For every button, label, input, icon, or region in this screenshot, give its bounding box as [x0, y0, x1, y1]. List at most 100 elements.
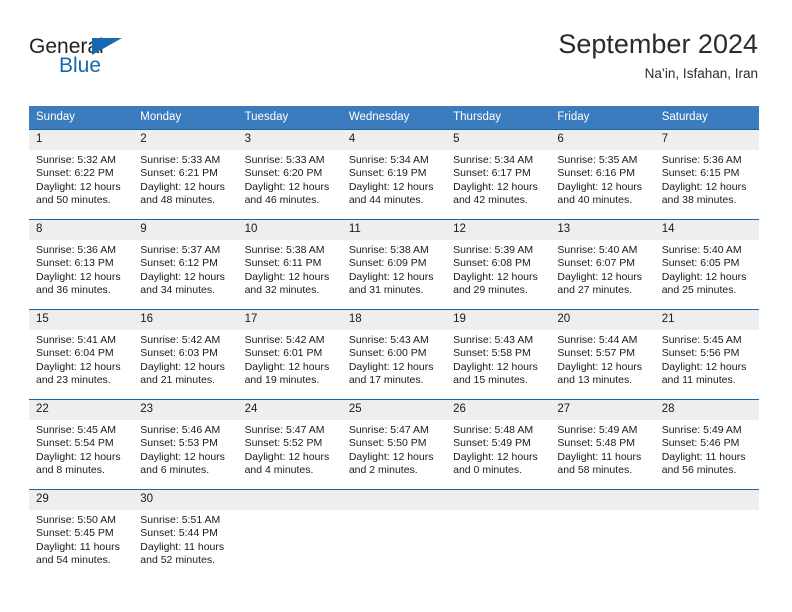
day-cell[interactable]: 8 Sunrise: 5:36 AM Sunset: 6:13 PM Dayli… — [29, 219, 134, 310]
sunrise-text: Sunrise: 5:33 AM — [244, 154, 325, 166]
daylight-text-line1: Daylight: 12 hours — [140, 180, 225, 193]
day-details: Sunrise: 5:36 AM Sunset: 6:13 PM Dayligh… — [29, 240, 133, 298]
sunrise-text: Sunrise: 5:33 AM — [140, 154, 221, 166]
day-cell-empty — [237, 489, 342, 576]
brand-name-blue: Blue — [59, 54, 102, 77]
daylight-text-line2: and 6 minutes. — [140, 464, 210, 477]
day-cell[interactable]: 15 Sunrise: 5:41 AM Sunset: 6:04 PM Dayl… — [29, 309, 134, 400]
day-cell[interactable]: 24 Sunrise: 5:47 AM Sunset: 5:52 PM Dayl… — [237, 399, 342, 490]
daylight-text-line1: Daylight: 11 hours — [36, 540, 120, 553]
daylight-text-line2: and 13 minutes. — [557, 374, 633, 387]
sunset-text: Sunset: 5:58 PM — [453, 347, 531, 360]
column-header-monday: Monday — [133, 106, 238, 130]
daylight-text-line2: and 54 minutes. — [36, 554, 111, 567]
day-number — [446, 490, 551, 510]
day-cell[interactable]: 28 Sunrise: 5:49 AM Sunset: 5:46 PM Dayl… — [654, 399, 759, 490]
day-number: 21 — [654, 310, 759, 330]
day-cell[interactable]: 1 Sunrise: 5:32 AM Sunset: 6:22 PM Dayli… — [29, 129, 134, 220]
daylight-text-line1: Daylight: 11 hours — [140, 540, 225, 553]
sunrise-text: Sunrise: 5:42 AM — [244, 334, 325, 346]
day-cell[interactable]: 9 Sunrise: 5:37 AM Sunset: 6:12 PM Dayli… — [133, 219, 238, 310]
sunrise-text: Sunrise: 5:36 AM — [661, 154, 742, 166]
page-header: General Blue September 2024 Na’in, Isfah… — [29, 28, 758, 96]
day-details: Sunrise: 5:38 AM Sunset: 6:09 PM Dayligh… — [342, 240, 446, 298]
day-cell[interactable]: 19 Sunrise: 5:43 AM Sunset: 5:58 PM Dayl… — [446, 309, 551, 400]
day-details: Sunrise: 5:46 AM Sunset: 5:53 PM Dayligh… — [133, 420, 237, 478]
daylight-text-line2: and 46 minutes. — [244, 194, 320, 207]
sunset-text: Sunset: 5:45 PM — [36, 527, 114, 540]
sunset-text: Sunset: 5:56 PM — [661, 347, 740, 360]
daylight-text-line2: and 0 minutes. — [453, 464, 523, 477]
daylight-text-line1: Daylight: 12 hours — [244, 180, 330, 193]
day-cell[interactable]: 5 Sunrise: 5:34 AM Sunset: 6:17 PM Dayli… — [446, 129, 551, 220]
day-number: 2 — [133, 130, 238, 150]
daylight-text-line2: and 34 minutes. — [140, 284, 215, 297]
day-cell[interactable]: 26 Sunrise: 5:48 AM Sunset: 5:49 PM Dayl… — [446, 399, 551, 490]
daylight-text-line1: Daylight: 12 hours — [140, 450, 225, 463]
day-number: 28 — [654, 400, 759, 420]
day-number: 19 — [446, 310, 551, 330]
day-cell[interactable]: 3 Sunrise: 5:33 AM Sunset: 6:20 PM Dayli… — [237, 129, 342, 220]
daylight-text-line2: and 4 minutes. — [244, 464, 314, 477]
daylight-text-line2: and 15 minutes. — [453, 374, 528, 387]
day-cell[interactable]: 16 Sunrise: 5:42 AM Sunset: 6:03 PM Dayl… — [133, 309, 238, 400]
sunrise-text: Sunrise: 5:49 AM — [661, 424, 742, 436]
day-cell[interactable]: 12 Sunrise: 5:39 AM Sunset: 6:08 PM Dayl… — [446, 219, 551, 310]
location-subtitle: Na’in, Isfahan, Iran — [644, 66, 758, 81]
day-cell[interactable]: 10 Sunrise: 5:38 AM Sunset: 6:11 PM Dayl… — [237, 219, 342, 310]
sunset-text: Sunset: 6:12 PM — [140, 257, 218, 270]
day-number: 16 — [133, 310, 238, 330]
daylight-text-line1: Daylight: 12 hours — [244, 360, 330, 373]
sunset-text: Sunset: 5:48 PM — [557, 437, 636, 450]
day-cell[interactable]: 27 Sunrise: 5:49 AM Sunset: 5:48 PM Dayl… — [550, 399, 655, 490]
day-number: 24 — [237, 400, 342, 420]
daylight-text-line2: and 36 minutes. — [36, 284, 111, 297]
daylight-text-line1: Daylight: 12 hours — [348, 270, 434, 283]
day-number: 4 — [341, 130, 447, 150]
daylight-text-line1: Daylight: 12 hours — [661, 270, 747, 283]
day-details: Sunrise: 5:32 AM Sunset: 6:22 PM Dayligh… — [29, 150, 133, 208]
day-cell[interactable]: 4 Sunrise: 5:34 AM Sunset: 6:19 PM Dayli… — [341, 129, 447, 220]
column-header-thursday: Thursday — [446, 106, 551, 130]
day-cell[interactable]: 30 Sunrise: 5:51 AM Sunset: 5:44 PM Dayl… — [133, 489, 238, 576]
day-cell[interactable]: 18 Sunrise: 5:43 AM Sunset: 6:00 PM Dayl… — [341, 309, 447, 400]
daylight-text-line2: and 19 minutes. — [244, 374, 320, 387]
day-cell[interactable]: 6 Sunrise: 5:35 AM Sunset: 6:16 PM Dayli… — [550, 129, 655, 220]
day-details: Sunrise: 5:47 AM Sunset: 5:52 PM Dayligh… — [238, 420, 342, 478]
daylight-text-line1: Daylight: 12 hours — [453, 180, 538, 193]
day-cell[interactable]: 21 Sunrise: 5:45 AM Sunset: 5:56 PM Dayl… — [654, 309, 759, 400]
sunrise-text: Sunrise: 5:45 AM — [36, 424, 116, 436]
brand-logo[interactable]: General Blue — [29, 36, 209, 90]
day-cell[interactable]: 14 Sunrise: 5:40 AM Sunset: 6:05 PM Dayl… — [654, 219, 759, 310]
day-number: 17 — [237, 310, 342, 330]
sunset-text: Sunset: 5:46 PM — [661, 437, 740, 450]
day-cell[interactable]: 11 Sunrise: 5:38 AM Sunset: 6:09 PM Dayl… — [341, 219, 447, 310]
daylight-text-line2: and 42 minutes. — [453, 194, 528, 207]
day-cell[interactable]: 25 Sunrise: 5:47 AM Sunset: 5:50 PM Dayl… — [341, 399, 447, 490]
day-cell[interactable]: 22 Sunrise: 5:45 AM Sunset: 5:54 PM Dayl… — [29, 399, 134, 490]
day-details: Sunrise: 5:41 AM Sunset: 6:04 PM Dayligh… — [29, 330, 133, 388]
day-cell[interactable]: 29 Sunrise: 5:50 AM Sunset: 5:45 PM Dayl… — [29, 489, 134, 576]
day-number: 8 — [29, 220, 134, 240]
day-cell[interactable]: 7 Sunrise: 5:36 AM Sunset: 6:15 PM Dayli… — [654, 129, 759, 220]
daylight-text-line1: Daylight: 12 hours — [36, 270, 121, 283]
day-number: 9 — [133, 220, 238, 240]
daylight-text-line1: Daylight: 12 hours — [453, 270, 538, 283]
sunrise-text: Sunrise: 5:34 AM — [348, 154, 429, 166]
daylight-text-line2: and 27 minutes. — [557, 284, 633, 297]
day-cell[interactable]: 2 Sunrise: 5:33 AM Sunset: 6:21 PM Dayli… — [133, 129, 238, 220]
daylight-text-line1: Daylight: 12 hours — [348, 180, 434, 193]
day-cell[interactable]: 17 Sunrise: 5:42 AM Sunset: 6:01 PM Dayl… — [237, 309, 342, 400]
day-details: Sunrise: 5:40 AM Sunset: 6:07 PM Dayligh… — [550, 240, 654, 298]
daylight-text-line2: and 58 minutes. — [557, 464, 633, 477]
calendar-header-row: Sunday Monday Tuesday Wednesday Thursday… — [29, 106, 759, 130]
daylight-text-line2: and 48 minutes. — [140, 194, 215, 207]
day-number: 20 — [550, 310, 655, 330]
calendar-page: General Blue September 2024 Na’in, Isfah… — [0, 0, 792, 612]
daylight-text-line2: and 25 minutes. — [661, 284, 737, 297]
day-cell[interactable]: 23 Sunrise: 5:46 AM Sunset: 5:53 PM Dayl… — [133, 399, 238, 490]
day-cell[interactable]: 13 Sunrise: 5:40 AM Sunset: 6:07 PM Dayl… — [550, 219, 655, 310]
day-number: 15 — [29, 310, 134, 330]
week-row: 8 Sunrise: 5:36 AM Sunset: 6:13 PM Dayli… — [29, 219, 759, 310]
day-cell[interactable]: 20 Sunrise: 5:44 AM Sunset: 5:57 PM Dayl… — [550, 309, 655, 400]
